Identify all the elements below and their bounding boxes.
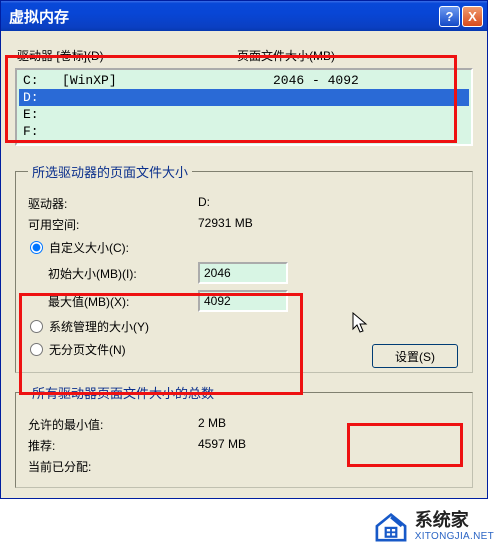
radio-custom-size[interactable]: 自定义大小(C):	[28, 239, 462, 256]
drive-label: 驱动器:	[28, 195, 198, 212]
free-space-value: 72931 MB	[198, 216, 253, 233]
drive-row[interactable]: C: [WinXP] 2046 - 4092	[19, 72, 469, 89]
radio-none-input[interactable]	[30, 343, 43, 356]
drive-value: D:	[198, 195, 210, 212]
radio-system-label: 系统管理的大小(Y)	[49, 318, 149, 335]
drive-row[interactable]: F:	[19, 123, 469, 140]
max-size-input[interactable]	[198, 290, 288, 312]
close-button[interactable]: X	[462, 6, 483, 27]
radio-system-managed[interactable]: 系统管理的大小(Y)	[28, 318, 462, 335]
col-pagefile-label: 页面文件大小(MB)	[237, 47, 335, 64]
rec-value: 4597 MB	[198, 437, 246, 454]
selected-drive-group: 所选驱动器的页面文件大小 驱动器: D: 可用空间: 72931 MB 自定义大…	[15, 162, 473, 373]
watermark-url: XITONGJIA.NET	[415, 531, 494, 542]
radio-none-label: 无分页文件(N)	[49, 341, 126, 358]
min-value: 2 MB	[198, 416, 226, 433]
virtual-memory-dialog: 虚拟内存 ? X 驱动器 [卷标](D) 页面文件大小(MB) C: [WinX…	[0, 0, 488, 499]
set-button[interactable]: 设置(S)	[372, 344, 458, 368]
totals-legend: 所有驱动器页面文件大小的总数	[28, 383, 218, 402]
max-size-label: 最大值(MB)(X):	[48, 293, 198, 310]
help-button[interactable]: ?	[439, 6, 460, 27]
column-headers: 驱动器 [卷标](D) 页面文件大小(MB)	[17, 47, 471, 64]
watermark: 系统家 XITONGJIA.NET	[373, 511, 494, 542]
help-icon: ?	[446, 9, 454, 24]
initial-size-label: 初始大小(MB)(I):	[48, 265, 198, 282]
window-title: 虚拟内存	[9, 6, 437, 27]
min-label: 允许的最小值:	[28, 416, 198, 433]
group-legend: 所选驱动器的页面文件大小	[28, 162, 192, 181]
house-icon	[373, 512, 409, 542]
radio-system-input[interactable]	[30, 320, 43, 333]
watermark-text: 系统家	[415, 511, 494, 531]
col-drive-label: 驱动器 [卷标](D)	[17, 47, 237, 64]
client-area: 驱动器 [卷标](D) 页面文件大小(MB) C: [WinXP] 2046 -…	[1, 31, 487, 498]
totals-group: 所有驱动器页面文件大小的总数 允许的最小值: 2 MB 推荐: 4597 MB …	[15, 383, 473, 488]
titlebar[interactable]: 虚拟内存 ? X	[1, 1, 487, 31]
radio-custom-input[interactable]	[30, 241, 43, 254]
radio-custom-label: 自定义大小(C):	[49, 239, 129, 256]
free-space-label: 可用空间:	[28, 216, 198, 233]
drive-row[interactable]: E:	[19, 106, 469, 123]
cur-label: 当前已分配:	[28, 458, 198, 475]
rec-label: 推荐:	[28, 437, 198, 454]
initial-size-input[interactable]	[198, 262, 288, 284]
drive-list[interactable]: C: [WinXP] 2046 - 4092 D: E: F:	[15, 68, 473, 146]
close-icon: X	[468, 9, 477, 24]
drive-row[interactable]: D:	[19, 89, 469, 106]
